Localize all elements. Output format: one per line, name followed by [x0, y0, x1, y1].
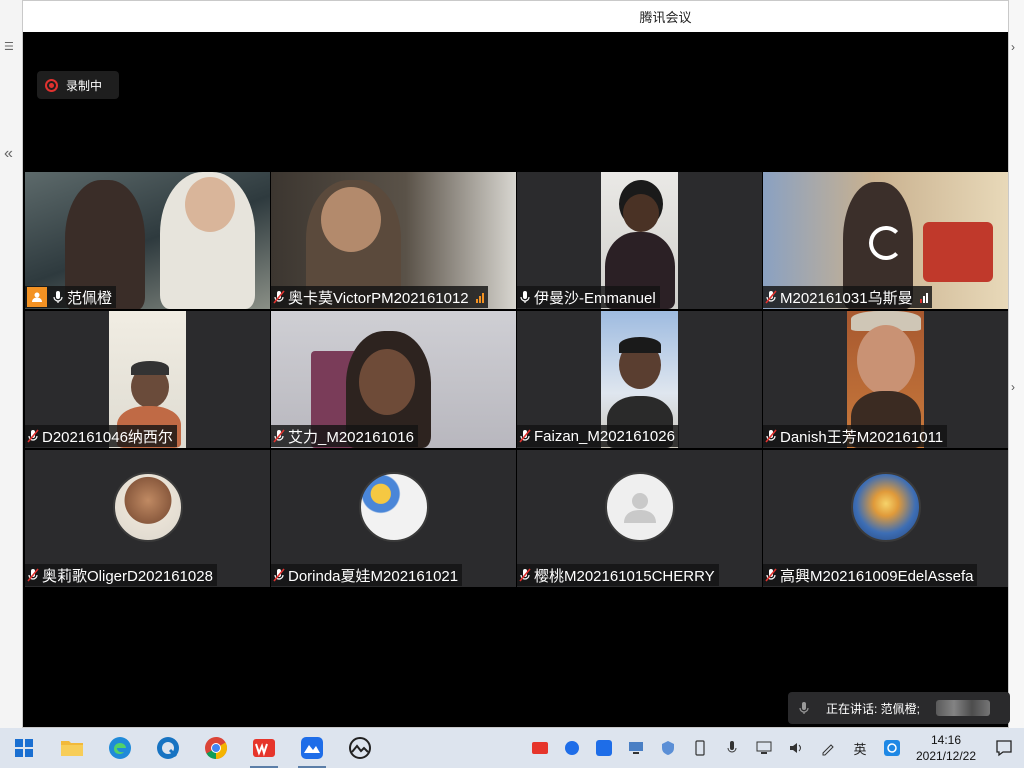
- window-title: 腾讯会议: [639, 10, 692, 25]
- chevron-right-icon: ›: [1011, 380, 1015, 394]
- participant-avatar: [850, 472, 921, 542]
- microphone-muted-icon: [27, 568, 39, 582]
- edge-beta-icon[interactable]: [144, 728, 192, 768]
- file-explorer-icon[interactable]: [48, 728, 96, 768]
- host-icon: [27, 287, 47, 307]
- participant-name: Faizan_M202161026: [534, 427, 675, 445]
- participant-name: 范佩橙: [67, 289, 113, 307]
- chat-tray-icon[interactable]: [556, 728, 588, 768]
- participant-tile[interactable]: 高興M202161009EdelAssefa: [763, 450, 1008, 587]
- microphone-muted-icon: [765, 429, 777, 443]
- microphone-tray-icon[interactable]: [716, 728, 748, 768]
- participant-name-bar: 樱桃M202161015CHERRY: [517, 564, 719, 586]
- signal-strength-icon: [919, 292, 928, 303]
- participant-tile[interactable]: Faizan_M202161026: [517, 311, 762, 448]
- background-app-right: › ›: [1008, 0, 1024, 728]
- microphone-icon: [53, 291, 63, 303]
- participant-name: Dorinda夏娃M202161021: [288, 567, 459, 585]
- system-tray: 英 14:16 2021/12/22: [524, 728, 1024, 768]
- ime-indicator[interactable]: 英: [844, 728, 876, 768]
- participant-name: 奥莉歌OligerD202161028: [42, 567, 213, 585]
- participant-name: M202161031乌斯曼: [780, 289, 913, 307]
- participant-name-bar: 艾力_M202161016: [271, 425, 418, 447]
- participant-name-bar: D202161046纳西尔: [25, 425, 177, 447]
- security-tray-icon[interactable]: [652, 728, 684, 768]
- tencent-meeting-icon[interactable]: [288, 728, 336, 768]
- clock-date: 2021/12/22: [915, 749, 977, 763]
- participant-tile[interactable]: 艾力_M202161016: [271, 311, 516, 448]
- meeting-window: 腾讯会议 录制中 范佩橙 奥卡莫VictorPM202161012 伊曼沙-Em…: [22, 0, 1010, 728]
- microphone-icon: [520, 291, 530, 303]
- volume-tray-icon[interactable]: [780, 728, 812, 768]
- participant-name: 伊曼沙-Emmanuel: [534, 289, 656, 307]
- participant-tile[interactable]: Danish王芳M202161011: [763, 311, 1008, 448]
- video-grid: 范佩橙 奥卡莫VictorPM202161012 伊曼沙-Emmanuel M2…: [25, 172, 1009, 588]
- speaking-indicator[interactable]: 正在讲话: 范佩橙;: [788, 692, 1010, 724]
- participant-tile[interactable]: Dorinda夏娃M202161021: [271, 450, 516, 587]
- participant-tile[interactable]: 伊曼沙-Emmanuel: [517, 172, 762, 309]
- participant-name: Danish王芳M202161011: [780, 428, 944, 446]
- participant-avatar: [358, 472, 429, 542]
- wps-icon[interactable]: [240, 728, 288, 768]
- participant-tile[interactable]: 奥莉歌OligerD202161028: [25, 450, 270, 587]
- participant-tile[interactable]: 奥卡莫VictorPM202161012: [271, 172, 516, 309]
- participant-name-bar: 范佩橙: [25, 286, 117, 308]
- participant-tile[interactable]: 樱桃M202161015CHERRY: [517, 450, 762, 587]
- background-app-left: ☰ «: [0, 0, 24, 728]
- participant-tile[interactable]: D202161046纳西尔: [25, 311, 270, 448]
- participant-name-bar: Danish王芳M202161011: [763, 425, 948, 447]
- record-icon: [45, 78, 58, 92]
- microphone-muted-icon: [27, 429, 39, 443]
- participant-name: 艾力_M202161016: [288, 428, 414, 446]
- participant-name-bar: 奥卡莫VictorPM202161012: [271, 286, 488, 308]
- participant-name-bar: 高興M202161009EdelAssefa: [763, 564, 978, 586]
- participant-name-bar: Faizan_M202161026: [517, 425, 679, 447]
- participant-name: D202161046纳西尔: [42, 428, 173, 446]
- participant-name: 樱桃M202161015CHERRY: [534, 567, 715, 585]
- network-tray-icon[interactable]: [748, 728, 780, 768]
- participant-tile[interactable]: 范佩橙: [25, 172, 270, 309]
- monitor-tray-icon[interactable]: [620, 728, 652, 768]
- window-titlebar: 腾讯会议: [23, 1, 1008, 32]
- menu-icon: ☰: [4, 41, 14, 53]
- microphone-icon: [799, 702, 809, 714]
- participant-name-bar: M202161031乌斯曼: [763, 286, 932, 308]
- microphone-muted-icon: [765, 290, 777, 304]
- microphone-muted-icon: [765, 568, 777, 582]
- participant-tile[interactable]: M202161031乌斯曼: [763, 172, 1008, 309]
- photos-icon[interactable]: [336, 728, 384, 768]
- signal-strength-icon: [475, 292, 484, 303]
- participant-name-bar: 伊曼沙-Emmanuel: [517, 286, 660, 308]
- participant-name-bar: 奥莉歌OligerD202161028: [25, 564, 217, 586]
- participant-avatar: [112, 472, 183, 542]
- recording-label: 录制中: [66, 78, 103, 93]
- participant-name: 高興M202161009EdelAssefa: [780, 567, 974, 585]
- app-tray-icon[interactable]: [524, 728, 556, 768]
- windows-taskbar: 英 14:16 2021/12/22: [0, 728, 1024, 768]
- taskbar-clock[interactable]: 14:16 2021/12/22: [908, 732, 984, 764]
- edge-icon[interactable]: [96, 728, 144, 768]
- microphone-muted-icon: [273, 568, 285, 582]
- microphone-muted-icon: [273, 429, 285, 443]
- clock-time: 14:16: [930, 733, 962, 747]
- microphone-muted-icon: [519, 568, 531, 582]
- chevron-right-icon: ›: [1011, 40, 1015, 54]
- speaker-avatars: [936, 700, 991, 716]
- speaking-label: 正在讲话: 范佩橙;: [826, 701, 921, 716]
- notification-center-icon[interactable]: [984, 728, 1024, 768]
- microphone-muted-icon: [273, 290, 285, 304]
- recording-badge[interactable]: 录制中: [37, 71, 119, 99]
- collapse-icon[interactable]: «: [4, 145, 13, 163]
- qq-tray-icon[interactable]: [876, 728, 908, 768]
- usb-tray-icon[interactable]: [684, 728, 716, 768]
- microphone-muted-icon: [519, 429, 531, 443]
- chrome-icon[interactable]: [192, 728, 240, 768]
- participant-name: 奥卡莫VictorPM202161012: [288, 289, 469, 307]
- meeting-tray-icon[interactable]: [588, 728, 620, 768]
- default-avatar-icon: [604, 472, 675, 542]
- participant-name-bar: Dorinda夏娃M202161021: [271, 564, 463, 586]
- pen-tray-icon[interactable]: [812, 728, 844, 768]
- windows-start-icon[interactable]: [0, 728, 48, 768]
